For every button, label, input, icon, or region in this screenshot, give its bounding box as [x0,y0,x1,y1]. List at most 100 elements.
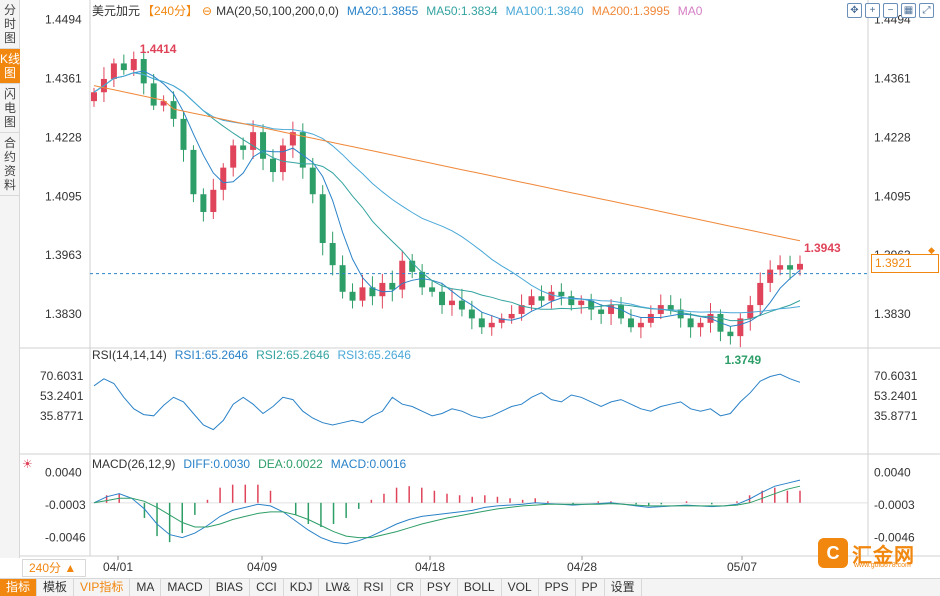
candle-body [439,291,446,306]
candle-body [548,291,555,301]
legend-ma0: MA0 [678,4,703,18]
candle-body [757,282,764,306]
price-axis-right-label: 1.4095 [874,189,911,203]
candle-body [190,149,197,195]
candle-body [647,313,654,323]
candle-body [508,313,515,319]
macd-panel [90,479,868,545]
candle-body [389,282,396,290]
watermark-logo-icon: C [818,538,848,568]
candle-body [200,194,207,212]
candle-body [120,63,127,71]
kline-chart[interactable]: 1.44141.37491.3943 1.4494 1.44941.4361 1.4… [0,0,940,596]
candle-body [210,189,217,212]
candle-body [339,265,346,292]
legend-symbol: 美元加元 [92,4,140,18]
price-axis-right-label: 1.4361 [874,72,911,86]
price-axis-left-label: 1.4095 [45,189,82,203]
price-axis-left-label: 1.3830 [45,307,82,321]
price-axis-left-label: 1.4494 [45,13,82,27]
indicator-tab-10[interactable]: CR [391,579,421,596]
indicator-tab-8[interactable]: LW& [319,579,358,596]
indicator-tab-12[interactable]: BOLL [458,579,502,596]
candle-body [627,318,634,328]
indicator-tab-4[interactable]: MACD [161,579,210,596]
candle-body [697,322,704,328]
candle-body [598,309,605,314]
move-icon[interactable]: ✥ [847,3,862,18]
candlestick-series [91,50,803,348]
date-label: 04/09 [247,560,277,574]
legend-ma50: MA50:1.3834 [426,4,498,18]
candle-body [777,265,784,270]
indicator-tab-14[interactable]: PPS [539,579,576,596]
indicator-tab-15[interactable]: PP [576,579,605,596]
candle-body [309,167,316,195]
watermark-url: www.gold678.com [854,562,911,569]
legend-rsi-label: RSI(14,14,14) [92,348,167,362]
rsi-axis-right-label: 53.2401 [874,389,918,403]
legend-dea: DEA:0.0022 [258,457,323,471]
diff-line [93,479,801,545]
legend-macd-label: MACD(26,12,9) [92,457,175,471]
macd-axis-left-label: 0.0040 [45,466,82,480]
candle-body [637,322,644,328]
candle-body [667,305,674,310]
macd-axis-right-label: 0.0040 [874,466,911,480]
price-axis-right-label: 1.3830 [874,307,911,321]
price-axis-left-label: 1.4228 [45,130,82,144]
price-axis-left-label: 1.4361 [45,72,82,86]
rsi-axis-left-label: 35.8771 [40,409,84,423]
indicator-tab-9[interactable]: RSI [358,579,391,596]
max-price-label: 1.4414 [140,42,177,56]
indicator-tab-bar: 指标 模板 VIP指标 MA MACD BIAS CCI KDJ LW& RSI CR PSY BOLL… [0,578,940,596]
zoom-in-icon[interactable]: + [865,3,880,18]
macd-axis-right-label: -0.0003 [874,498,915,512]
indicator-tab-11[interactable]: PSY [421,579,458,596]
candle-body [240,145,247,150]
rsi-axis-right-label: 70.6031 [874,369,918,383]
candle-body [180,118,187,150]
candle-body [528,296,535,306]
date-label: 05/07 [727,560,757,574]
candle-body [429,287,436,292]
candle-body [359,287,366,301]
candle-body [319,194,326,244]
indicator-tab-6[interactable]: CCI [250,579,284,596]
period-select[interactable]: 240分 ▲ [22,559,86,577]
rsi-line [93,373,801,431]
indicator-tab-0[interactable]: 指标 [0,579,38,596]
candle-body [797,263,803,270]
min-price-label: 1.3749 [724,353,761,367]
indicator-tab-5[interactable]: BIAS [210,579,251,596]
indicator-tab-7[interactable]: KDJ [284,579,320,596]
candle-body [91,92,97,102]
indicator-tab-3[interactable]: MA [130,579,162,596]
candle-body [150,83,157,106]
zoom-out-icon[interactable]: − [883,3,898,18]
moving-average-lines: 1.4414 1.3749 1.3943 [90,42,868,367]
indicator-tab-13[interactable]: VOL [502,579,539,596]
date-label: 04/28 [567,560,597,574]
candle-body [478,318,485,328]
candle-body [269,158,276,173]
rsi-axis-right-label: 35.8771 [874,409,918,423]
fullscreen-icon[interactable]: ⤢ [919,3,934,18]
grid [20,0,940,557]
rsi-axis-left-label: 53.2401 [40,389,84,403]
indicator-tab-2[interactable]: VIP指标 [74,579,131,596]
current-price-arrow-icon: ◆ [928,245,935,255]
last-price-label: 1.3943 [804,241,841,255]
legend-ma20: MA20:1.3855 [347,4,419,18]
candle-body [260,132,267,159]
chart-toolbar: ✥ + − ▦ ⤢ [847,3,934,18]
macd-axis-left-label: -0.0003 [45,498,86,512]
grid-icon[interactable]: ▦ [901,3,916,18]
indicator-tab-1[interactable]: 模板 [37,579,75,596]
candle-body [687,318,694,328]
candle-body [349,291,356,301]
candle-body [448,300,455,306]
indicator-tab-16[interactable]: 设置 [605,579,642,596]
price-axis-left-label: 1.3963 [45,248,82,262]
legend-rsi2: RSI2:65.2646 [256,348,330,362]
